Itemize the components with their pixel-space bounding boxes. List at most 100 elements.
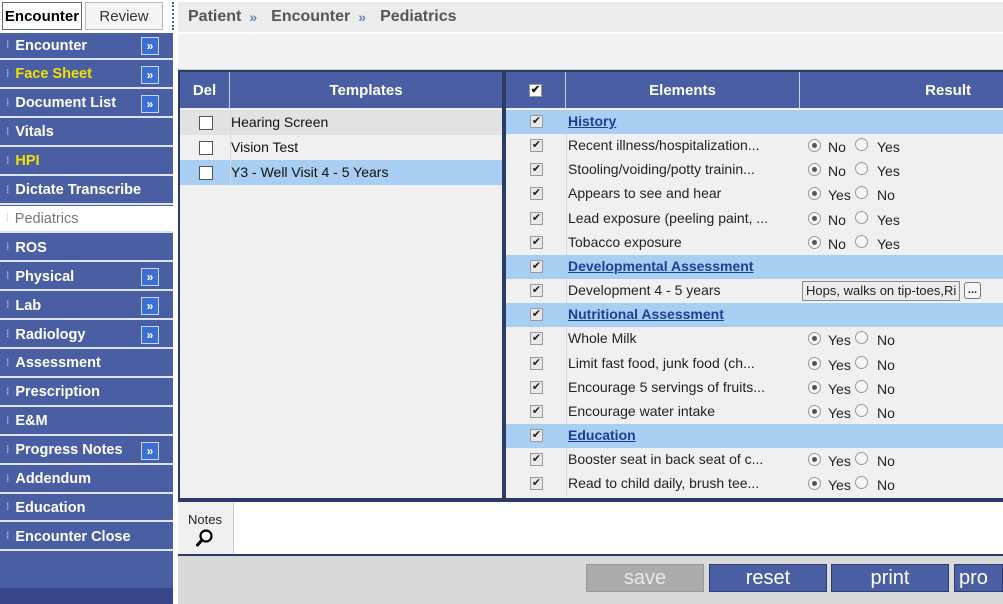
- radio-option-1[interactable]: [808, 235, 821, 249]
- reset-button[interactable]: reset: [709, 564, 827, 592]
- tab-encounter[interactable]: Encounter: [2, 2, 82, 30]
- radio-option-1[interactable]: [808, 453, 821, 467]
- radio-option-2[interactable]: [855, 403, 868, 417]
- element-checkbox[interactable]: ✔: [530, 163, 543, 177]
- breadcrumb-patient[interactable]: Patient: [188, 8, 241, 26]
- expand-icon[interactable]: »: [141, 441, 159, 460]
- element-row: ✔ Limit fast food, junk food (ch... Yes No: [506, 351, 1003, 376]
- radio-option-2[interactable]: [855, 379, 868, 393]
- element-checkbox[interactable]: ✔: [530, 211, 543, 225]
- sidebar-item-ros[interactable]: ⁞ ROS: [0, 235, 173, 263]
- save-button[interactable]: save: [586, 564, 704, 592]
- sidebar-item-e-m[interactable]: ⁞ E&M: [0, 408, 173, 436]
- column-divider: [566, 158, 567, 183]
- radio-option-2[interactable]: [855, 234, 868, 248]
- radio-option-2[interactable]: [855, 138, 868, 152]
- delete-checkbox[interactable]: [199, 166, 213, 180]
- section-link[interactable]: Education: [568, 427, 636, 443]
- sidebar-item-education[interactable]: ⁞ Education: [0, 495, 173, 523]
- expand-icon[interactable]: »: [141, 94, 159, 113]
- more-options-button[interactable]: ...: [964, 282, 981, 300]
- templates-panel: Del Templates Hearing Screen Vision Test Y…: [178, 70, 504, 500]
- element-checkbox[interactable]: ✔: [530, 235, 543, 249]
- expand-icon[interactable]: »: [141, 297, 159, 316]
- radio-option-1[interactable]: [808, 332, 821, 346]
- section-link[interactable]: Nutritional Assessment: [568, 306, 724, 322]
- sidebar-item-progress-notes[interactable]: ⁞ Progress Notes »: [0, 437, 173, 465]
- element-checkbox[interactable]: ✔: [530, 428, 543, 442]
- sidebar-item-addendum[interactable]: ⁞ Addendum: [0, 466, 173, 494]
- sidebar-item-assessment[interactable]: ⁞ Assessment: [0, 350, 173, 378]
- sidebar-item-label: Encounter: [15, 37, 88, 54]
- sidebar-item-prescription[interactable]: ⁞ Prescription: [0, 379, 173, 407]
- radio-option-2[interactable]: [855, 331, 868, 345]
- expand-icon[interactable]: »: [141, 268, 159, 287]
- drag-grip-icon: ⁞: [6, 473, 10, 485]
- sidebar-item-dictate-transcribe[interactable]: ⁞ Dictate Transcribe: [0, 177, 173, 205]
- radio-option-2[interactable]: [855, 355, 868, 369]
- element-row: ✔ Booster seat in back seat of c... Yes No: [506, 448, 1003, 473]
- sidebar-item-document-list[interactable]: ⁞ Document List »: [0, 90, 173, 118]
- section-link[interactable]: Developmental Assessment: [568, 258, 753, 274]
- radio-option-1[interactable]: [808, 163, 821, 177]
- element-checkbox[interactable]: ✔: [530, 453, 543, 467]
- radio-option-2[interactable]: [855, 210, 868, 224]
- element-checkbox[interactable]: ✔: [530, 332, 543, 346]
- radio-option-2[interactable]: [855, 452, 868, 466]
- sidebar-item-radiology[interactable]: ⁞ Radiology »: [0, 322, 173, 349]
- sidebar-item-label: Progress Notes: [15, 442, 123, 459]
- radio-option-2[interactable]: [855, 186, 868, 200]
- expand-icon[interactable]: »: [141, 326, 159, 344]
- next-action-button[interactable]: pro: [954, 564, 1003, 592]
- sidebar-item-hpi[interactable]: ⁞ HPI: [0, 148, 173, 176]
- result-text-input[interactable]: Hops, walks on tip-toes,Ri: [802, 281, 960, 302]
- section-row: ✔ Nutritional Assessment: [506, 303, 1003, 328]
- element-checkbox[interactable]: ✔: [530, 356, 543, 370]
- column-divider: [566, 206, 567, 231]
- element-checkbox[interactable]: ✔: [530, 259, 543, 273]
- radio-option-1[interactable]: [808, 211, 821, 225]
- radio-option-1[interactable]: [808, 404, 821, 418]
- element-checkbox[interactable]: ✔: [530, 308, 543, 322]
- sidebar-item-vitals[interactable]: ⁞ Vitals: [0, 119, 173, 147]
- expand-icon[interactable]: »: [141, 65, 159, 84]
- panel-splitter[interactable]: [172, 2, 176, 30]
- breadcrumb-encounter[interactable]: Encounter: [271, 8, 350, 26]
- element-checkbox[interactable]: ✔: [530, 115, 543, 128]
- sidebar-item-physical[interactable]: ⁞ Physical »: [0, 264, 173, 292]
- select-all-checkbox[interactable]: ✔: [529, 83, 542, 97]
- element-label: Encourage water intake: [568, 402, 716, 419]
- radio-option-2[interactable]: [855, 476, 868, 490]
- sidebar-item-lab[interactable]: ⁞ Lab »: [0, 293, 173, 321]
- delete-checkbox[interactable]: [199, 116, 213, 130]
- sidebar-item-pediatrics[interactable]: ⁞ Pediatrics: [0, 206, 173, 234]
- section-link[interactable]: History: [568, 113, 616, 129]
- element-checkbox[interactable]: ✔: [530, 477, 543, 491]
- element-checkbox[interactable]: ✔: [530, 284, 543, 298]
- sidebar-item-encounter-close[interactable]: ⁞ Encounter Close: [0, 524, 173, 552]
- tab-review[interactable]: Review: [85, 2, 163, 30]
- drag-grip-icon: ⁞: [6, 531, 10, 543]
- radio-option-2[interactable]: [855, 162, 868, 176]
- element-checkbox[interactable]: ✔: [530, 139, 543, 153]
- radio-option-1[interactable]: [808, 356, 821, 370]
- column-divider: [566, 351, 567, 376]
- template-row[interactable]: Y3 - Well Visit 4 - 5 Years: [180, 160, 502, 185]
- radio-option-1[interactable]: [808, 380, 821, 394]
- template-row[interactable]: Vision Test: [180, 135, 502, 160]
- delete-checkbox[interactable]: [199, 141, 213, 155]
- print-button[interactable]: print: [831, 564, 949, 592]
- expand-icon[interactable]: »: [141, 37, 159, 55]
- sidebar-item-face-sheet[interactable]: ⁞ Face Sheet »: [0, 61, 173, 89]
- element-checkbox[interactable]: ✔: [530, 404, 543, 418]
- magnifier-icon[interactable]: [196, 529, 214, 547]
- element-checkbox[interactable]: ✔: [530, 380, 543, 394]
- element-checkbox[interactable]: ✔: [530, 187, 543, 201]
- notes-textarea[interactable]: [234, 502, 1003, 554]
- sidebar-item-encounter[interactable]: ⁞ Encounter »: [0, 33, 173, 60]
- radio-option-1[interactable]: [808, 477, 821, 491]
- radio-option-1[interactable]: [808, 187, 821, 201]
- template-row[interactable]: Hearing Screen: [180, 110, 502, 135]
- radio-option-1[interactable]: [808, 139, 821, 153]
- element-label: Booster seat in back seat of c...: [568, 451, 764, 468]
